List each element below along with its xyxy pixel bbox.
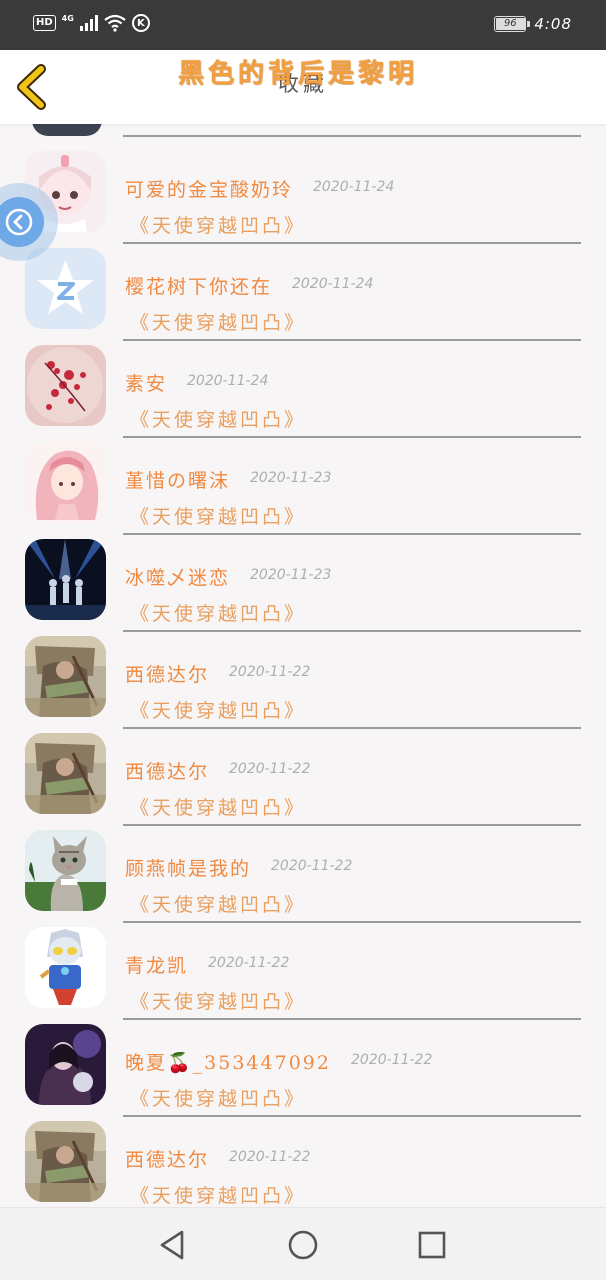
floral-avatar[interactable] xyxy=(25,345,106,426)
item-date: 2020-11-24 xyxy=(187,373,269,389)
list-item[interactable]: 可爱的金宝酸奶玲 2020-11-24 《天使穿越凹凸》 xyxy=(0,135,606,244)
item-username: 樱花树下你还在 xyxy=(125,276,273,298)
list-item[interactable]: 晚夏🍒_353447092 2020-11-22 《天使穿越凹凸》 xyxy=(0,1008,606,1117)
nav-recents-button[interactable] xyxy=(415,1228,449,1262)
cat-avatar[interactable] xyxy=(25,830,106,911)
favorites-list: 可爱的金宝酸奶玲 2020-11-24 《天使穿越凹凸》 樱花树下你还在 2020-11… xyxy=(0,124,606,1207)
list-item[interactable]: 堇惜の曙沫 2020-11-23 《天使穿越凹凸》 xyxy=(0,426,606,535)
item-date: 2020-11-22 xyxy=(229,1149,311,1165)
k-app-icon: K xyxy=(131,14,150,32)
list-item[interactable]: 素安 2020-11-24 《天使穿越凹凸》 xyxy=(0,329,606,438)
item-date: 2020-11-22 xyxy=(208,955,290,971)
status-bar: HD 4G K 96 4:08 xyxy=(0,0,606,50)
clock: 4:08 xyxy=(534,15,572,33)
item-date: 2020-11-22 xyxy=(351,1052,433,1068)
list-item[interactable]: 青龙凯 2020-11-22 《天使穿越凹凸》 xyxy=(0,911,606,1020)
ultraman-avatar[interactable] xyxy=(25,927,106,1008)
item-username: 西德达尔 xyxy=(125,1149,210,1171)
battery-tip xyxy=(527,21,531,27)
nav-back-button[interactable] xyxy=(155,1228,189,1262)
item-date: 2020-11-24 xyxy=(292,276,374,292)
stage-avatar[interactable] xyxy=(25,539,106,620)
list-item[interactable]: 西德达尔 2020-11-22 《天使穿越凹凸》 xyxy=(0,620,606,729)
item-date: 2020-11-23 xyxy=(250,470,332,486)
collapse-arrow-icon xyxy=(5,208,33,236)
item-username: 晚夏🍒_353447092 xyxy=(125,1052,331,1074)
status-right-group: 96 4:08 xyxy=(494,15,572,33)
warrior-avatar[interactable] xyxy=(25,733,106,814)
floating-button-core xyxy=(0,197,44,247)
girl-photo-avatar[interactable] xyxy=(25,1024,106,1105)
square-recents-icon xyxy=(418,1231,446,1259)
qq-star-avatar[interactable] xyxy=(25,248,106,329)
list-item[interactable]: 顾燕帧是我的 2020-11-22 《天使穿越凹凸》 xyxy=(0,814,606,923)
item-username: 西德达尔 xyxy=(125,761,210,783)
pink-hair-avatar[interactable] xyxy=(25,442,106,523)
battery-icon: 96 xyxy=(494,16,531,32)
item-username: 可爱的金宝酸奶玲 xyxy=(125,179,294,201)
item-username: 冰噬乄迷恋 xyxy=(125,567,231,589)
watermark-line2-text: 企划营销：梦童娱乐 xyxy=(160,101,431,131)
item-username: 西德达尔 xyxy=(125,664,210,686)
circle-home-icon xyxy=(288,1230,318,1260)
warrior-avatar[interactable] xyxy=(25,636,106,717)
triangle-back-icon xyxy=(160,1230,184,1260)
item-username: 素安 xyxy=(125,373,168,395)
list-item[interactable]: 西德达尔 2020-11-22 《天使穿越凹凸》 xyxy=(0,1105,606,1207)
item-username: 顾燕帧是我的 xyxy=(125,858,252,880)
status-left-group: HD 4G K xyxy=(33,14,150,32)
watermark-line2: 企划营销：梦童娱乐 xyxy=(160,95,430,132)
app-header: 收藏 黑色的背后是黎明 企划营销：梦童娱乐 xyxy=(0,50,606,124)
item-date: 2020-11-22 xyxy=(271,858,353,874)
item-username: 堇惜の曙沫 xyxy=(125,470,231,492)
warrior-avatar[interactable] xyxy=(25,1121,106,1202)
item-date: 2020-11-23 xyxy=(250,567,332,583)
signal-icon xyxy=(79,15,98,31)
watermark-line1: 黑色的背后是黎明 xyxy=(178,59,419,89)
item-username: 青龙凯 xyxy=(125,955,189,977)
network-type-label: 4G xyxy=(61,13,74,23)
item-book-title: 《天使穿越凹凸》 xyxy=(130,1185,307,1207)
system-nav-bar xyxy=(0,1207,606,1280)
nav-home-button[interactable] xyxy=(286,1228,320,1262)
battery-level: 96 xyxy=(503,18,517,29)
item-date: 2020-11-24 xyxy=(313,179,395,195)
hd-badge: HD xyxy=(33,15,56,31)
list-item[interactable]: 樱花树下你还在 2020-11-24 《天使穿越凹凸》 xyxy=(0,232,606,341)
item-date: 2020-11-22 xyxy=(229,761,311,777)
wifi-icon xyxy=(104,14,126,32)
list-item[interactable]: 冰噬乄迷恋 2020-11-23 《天使穿越凹凸》 xyxy=(0,523,606,632)
list-item[interactable]: 西德达尔 2020-11-22 《天使穿越凹凸》 xyxy=(0,717,606,826)
item-date: 2020-11-22 xyxy=(229,664,311,680)
